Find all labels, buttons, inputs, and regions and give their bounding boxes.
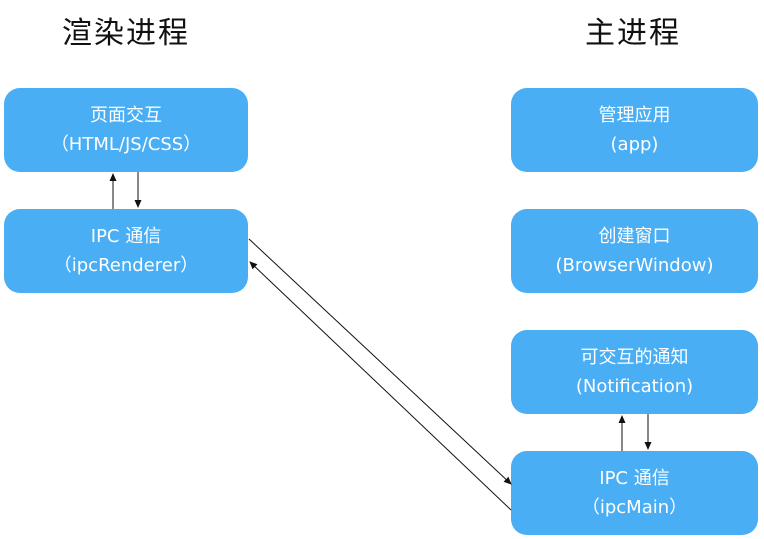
connector-arrows <box>109 172 652 511</box>
arrow-renderer-to-main <box>248 238 512 485</box>
arrow-main-to-renderer <box>249 261 512 511</box>
